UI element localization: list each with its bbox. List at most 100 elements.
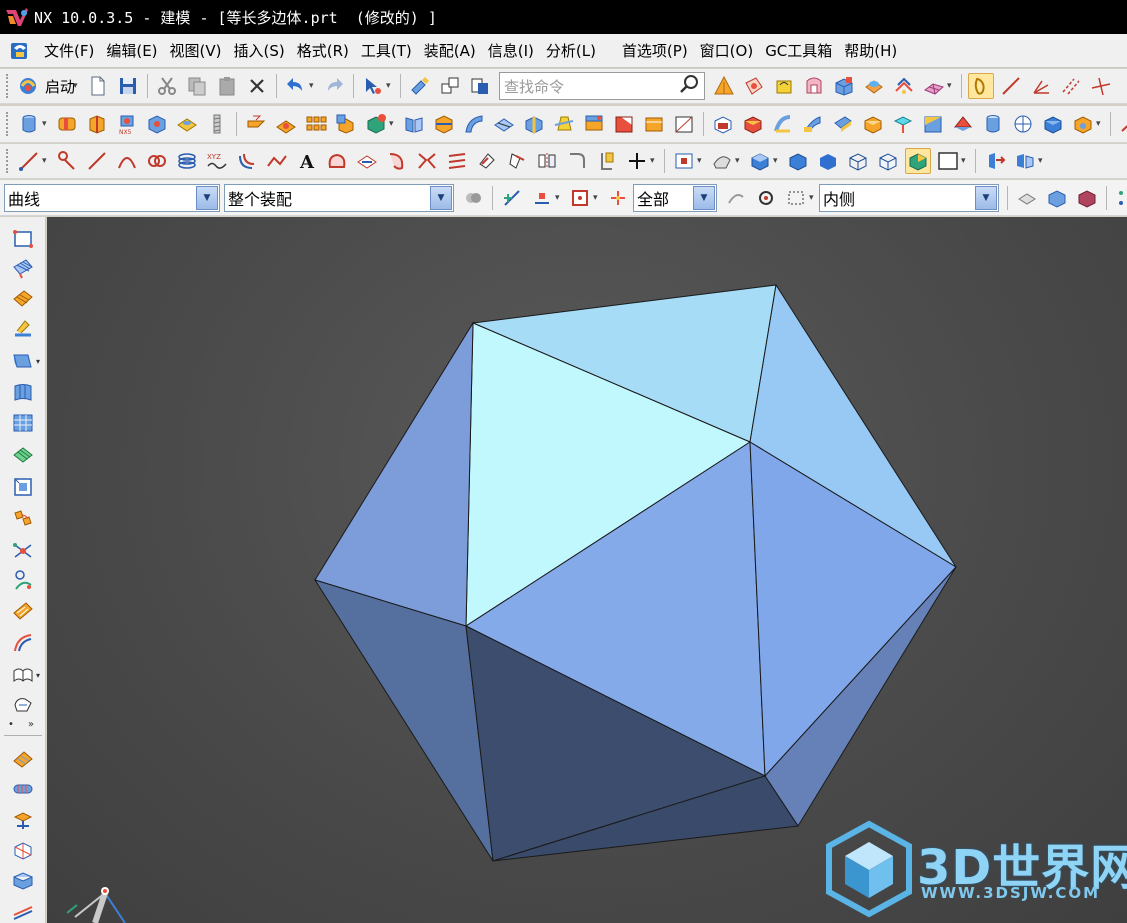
revolve-icon[interactable] xyxy=(801,73,827,99)
undo-dropdown-icon[interactable]: ▾ xyxy=(309,81,317,91)
block-icon[interactable] xyxy=(831,73,857,99)
fit-surface-icon[interactable] xyxy=(9,441,37,469)
draft-surface-icon[interactable] xyxy=(9,837,37,865)
sphere-icon[interactable] xyxy=(1010,111,1036,137)
icosahedron-model[interactable] xyxy=(47,217,1127,923)
styled-blend-icon[interactable] xyxy=(9,629,37,657)
cut-icon[interactable] xyxy=(154,73,180,99)
law-curve-icon[interactable]: XYZ xyxy=(204,148,230,174)
box-icon[interactable] xyxy=(710,111,736,137)
snap-control-point-icon[interactable] xyxy=(567,185,593,211)
redo-icon[interactable] xyxy=(321,73,347,99)
perpendicular-icon[interactable] xyxy=(1088,73,1114,99)
background-dropdown-icon[interactable]: ▾ xyxy=(961,156,969,166)
solid-cylinder-icon[interactable] xyxy=(980,111,1006,137)
mirror-body-icon[interactable] xyxy=(401,111,427,137)
patch-icon[interactable] xyxy=(800,111,826,137)
bounded-plane-icon[interactable] xyxy=(9,867,37,895)
menu-window[interactable]: 窗口(O) xyxy=(694,40,760,61)
straight-line-icon[interactable] xyxy=(84,148,110,174)
arc-icon[interactable] xyxy=(114,148,140,174)
sketch-icon[interactable] xyxy=(711,73,737,99)
render-dropdown-icon[interactable]: ▾ xyxy=(735,156,743,166)
select-component-icon[interactable] xyxy=(1074,185,1100,211)
open-book-surface-icon[interactable] xyxy=(9,661,37,689)
solid-block-icon[interactable] xyxy=(1040,111,1066,137)
orient-dropdown-icon[interactable]: ▾ xyxy=(773,156,781,166)
offset-surface-icon[interactable] xyxy=(9,597,37,625)
shaded-with-edges-icon[interactable] xyxy=(785,148,811,174)
point-dropdown-icon[interactable]: ▾ xyxy=(650,156,658,166)
menu-preferences[interactable]: 首选项(P) xyxy=(616,40,694,61)
face-blend-icon[interactable] xyxy=(920,111,946,137)
swept-surface-icon[interactable] xyxy=(9,347,37,375)
paste-icon[interactable] xyxy=(214,73,240,99)
intersection-curve-icon[interactable] xyxy=(354,148,380,174)
diagonal-surface-icon[interactable] xyxy=(9,899,37,923)
sweep-icon[interactable] xyxy=(461,111,487,137)
unite-icon[interactable] xyxy=(333,111,359,137)
axis-tool-icon[interactable] xyxy=(1028,73,1054,99)
select-dimension-icon[interactable] xyxy=(723,185,749,211)
select-point-icon[interactable] xyxy=(1113,185,1127,211)
wrap-curve-icon[interactable] xyxy=(474,148,500,174)
start-button[interactable]: 启动 xyxy=(45,76,75,97)
line-dropdown-icon[interactable]: ▾ xyxy=(42,156,50,166)
datum-plane-icon[interactable] xyxy=(741,73,767,99)
chamfer-icon[interactable] xyxy=(611,111,637,137)
rectangle-select-dropdown-icon[interactable]: ▾ xyxy=(809,193,817,203)
nx-menu-icon[interactable] xyxy=(8,40,32,62)
thread-icon[interactable] xyxy=(204,111,230,137)
rib-icon[interactable] xyxy=(84,111,110,137)
clip-dropdown-icon[interactable]: ▾ xyxy=(1038,156,1046,166)
boss-icon[interactable] xyxy=(174,111,200,137)
shaded-icon[interactable] xyxy=(815,148,841,174)
cylinder-icon[interactable] xyxy=(16,111,42,137)
text-icon[interactable]: A xyxy=(294,148,320,174)
tube-surface-icon[interactable] xyxy=(9,775,37,803)
n-sided-surface-icon[interactable] xyxy=(9,473,37,501)
control-point-dropdown-icon[interactable]: ▾ xyxy=(593,193,601,203)
snap-center-icon[interactable] xyxy=(753,185,779,211)
more-tools-icon[interactable]: •» xyxy=(8,719,48,730)
transition-surface-icon[interactable] xyxy=(9,505,37,533)
menu-file[interactable]: 文件(F) xyxy=(38,40,100,61)
cut-face-icon[interactable] xyxy=(671,111,697,137)
chevron-down-icon[interactable]: ▼ xyxy=(693,185,715,210)
measure-icon[interactable] xyxy=(1117,111,1127,137)
through-curve-mesh-icon[interactable] xyxy=(9,409,37,437)
save-icon[interactable] xyxy=(115,73,141,99)
sew-icon[interactable] xyxy=(770,111,796,137)
render-style-icon[interactable] xyxy=(709,148,735,174)
open-book-dropdown-icon[interactable]: ▾ xyxy=(36,671,40,680)
chevron-down-icon[interactable]: ▼ xyxy=(975,185,997,210)
selection-region-select[interactable]: 内侧 ▼ xyxy=(819,183,999,212)
snap-point-icon[interactable] xyxy=(968,73,995,99)
pattern-face-icon[interactable] xyxy=(303,111,329,137)
blend-face-icon[interactable] xyxy=(581,111,607,137)
parallel-lines-icon[interactable] xyxy=(1058,73,1084,99)
mirror-curve-icon[interactable] xyxy=(534,148,560,174)
mesh-surface-icon[interactable] xyxy=(921,73,947,99)
point-line-icon[interactable] xyxy=(54,148,80,174)
menu-analysis[interactable]: 分析(L) xyxy=(540,40,602,61)
snap-dropdown-icon[interactable]: ▾ xyxy=(555,193,563,203)
toolbar-grip[interactable] xyxy=(6,112,10,136)
fillet-curve-icon[interactable] xyxy=(564,148,590,174)
fit-view-icon[interactable] xyxy=(671,148,697,174)
copy-icon[interactable] xyxy=(184,73,210,99)
shell-icon[interactable] xyxy=(521,111,547,137)
extrude-surface-icon[interactable] xyxy=(9,745,37,773)
hole-icon[interactable] xyxy=(861,73,887,99)
helix-icon[interactable] xyxy=(174,148,200,174)
thicken-icon[interactable] xyxy=(860,111,886,137)
grid-surface-icon[interactable] xyxy=(9,255,37,283)
extract-curve-icon[interactable] xyxy=(414,148,440,174)
fit-view-dropdown-icon[interactable]: ▾ xyxy=(697,156,705,166)
cone-icon[interactable] xyxy=(740,111,766,137)
ruled-surface-icon[interactable] xyxy=(9,285,37,313)
curve-network-icon[interactable] xyxy=(9,567,37,595)
select-body-icon[interactable] xyxy=(1044,185,1070,211)
menu-tools[interactable]: 工具(T) xyxy=(355,40,418,61)
boolean-dropdown-icon[interactable]: ▾ xyxy=(389,119,397,129)
